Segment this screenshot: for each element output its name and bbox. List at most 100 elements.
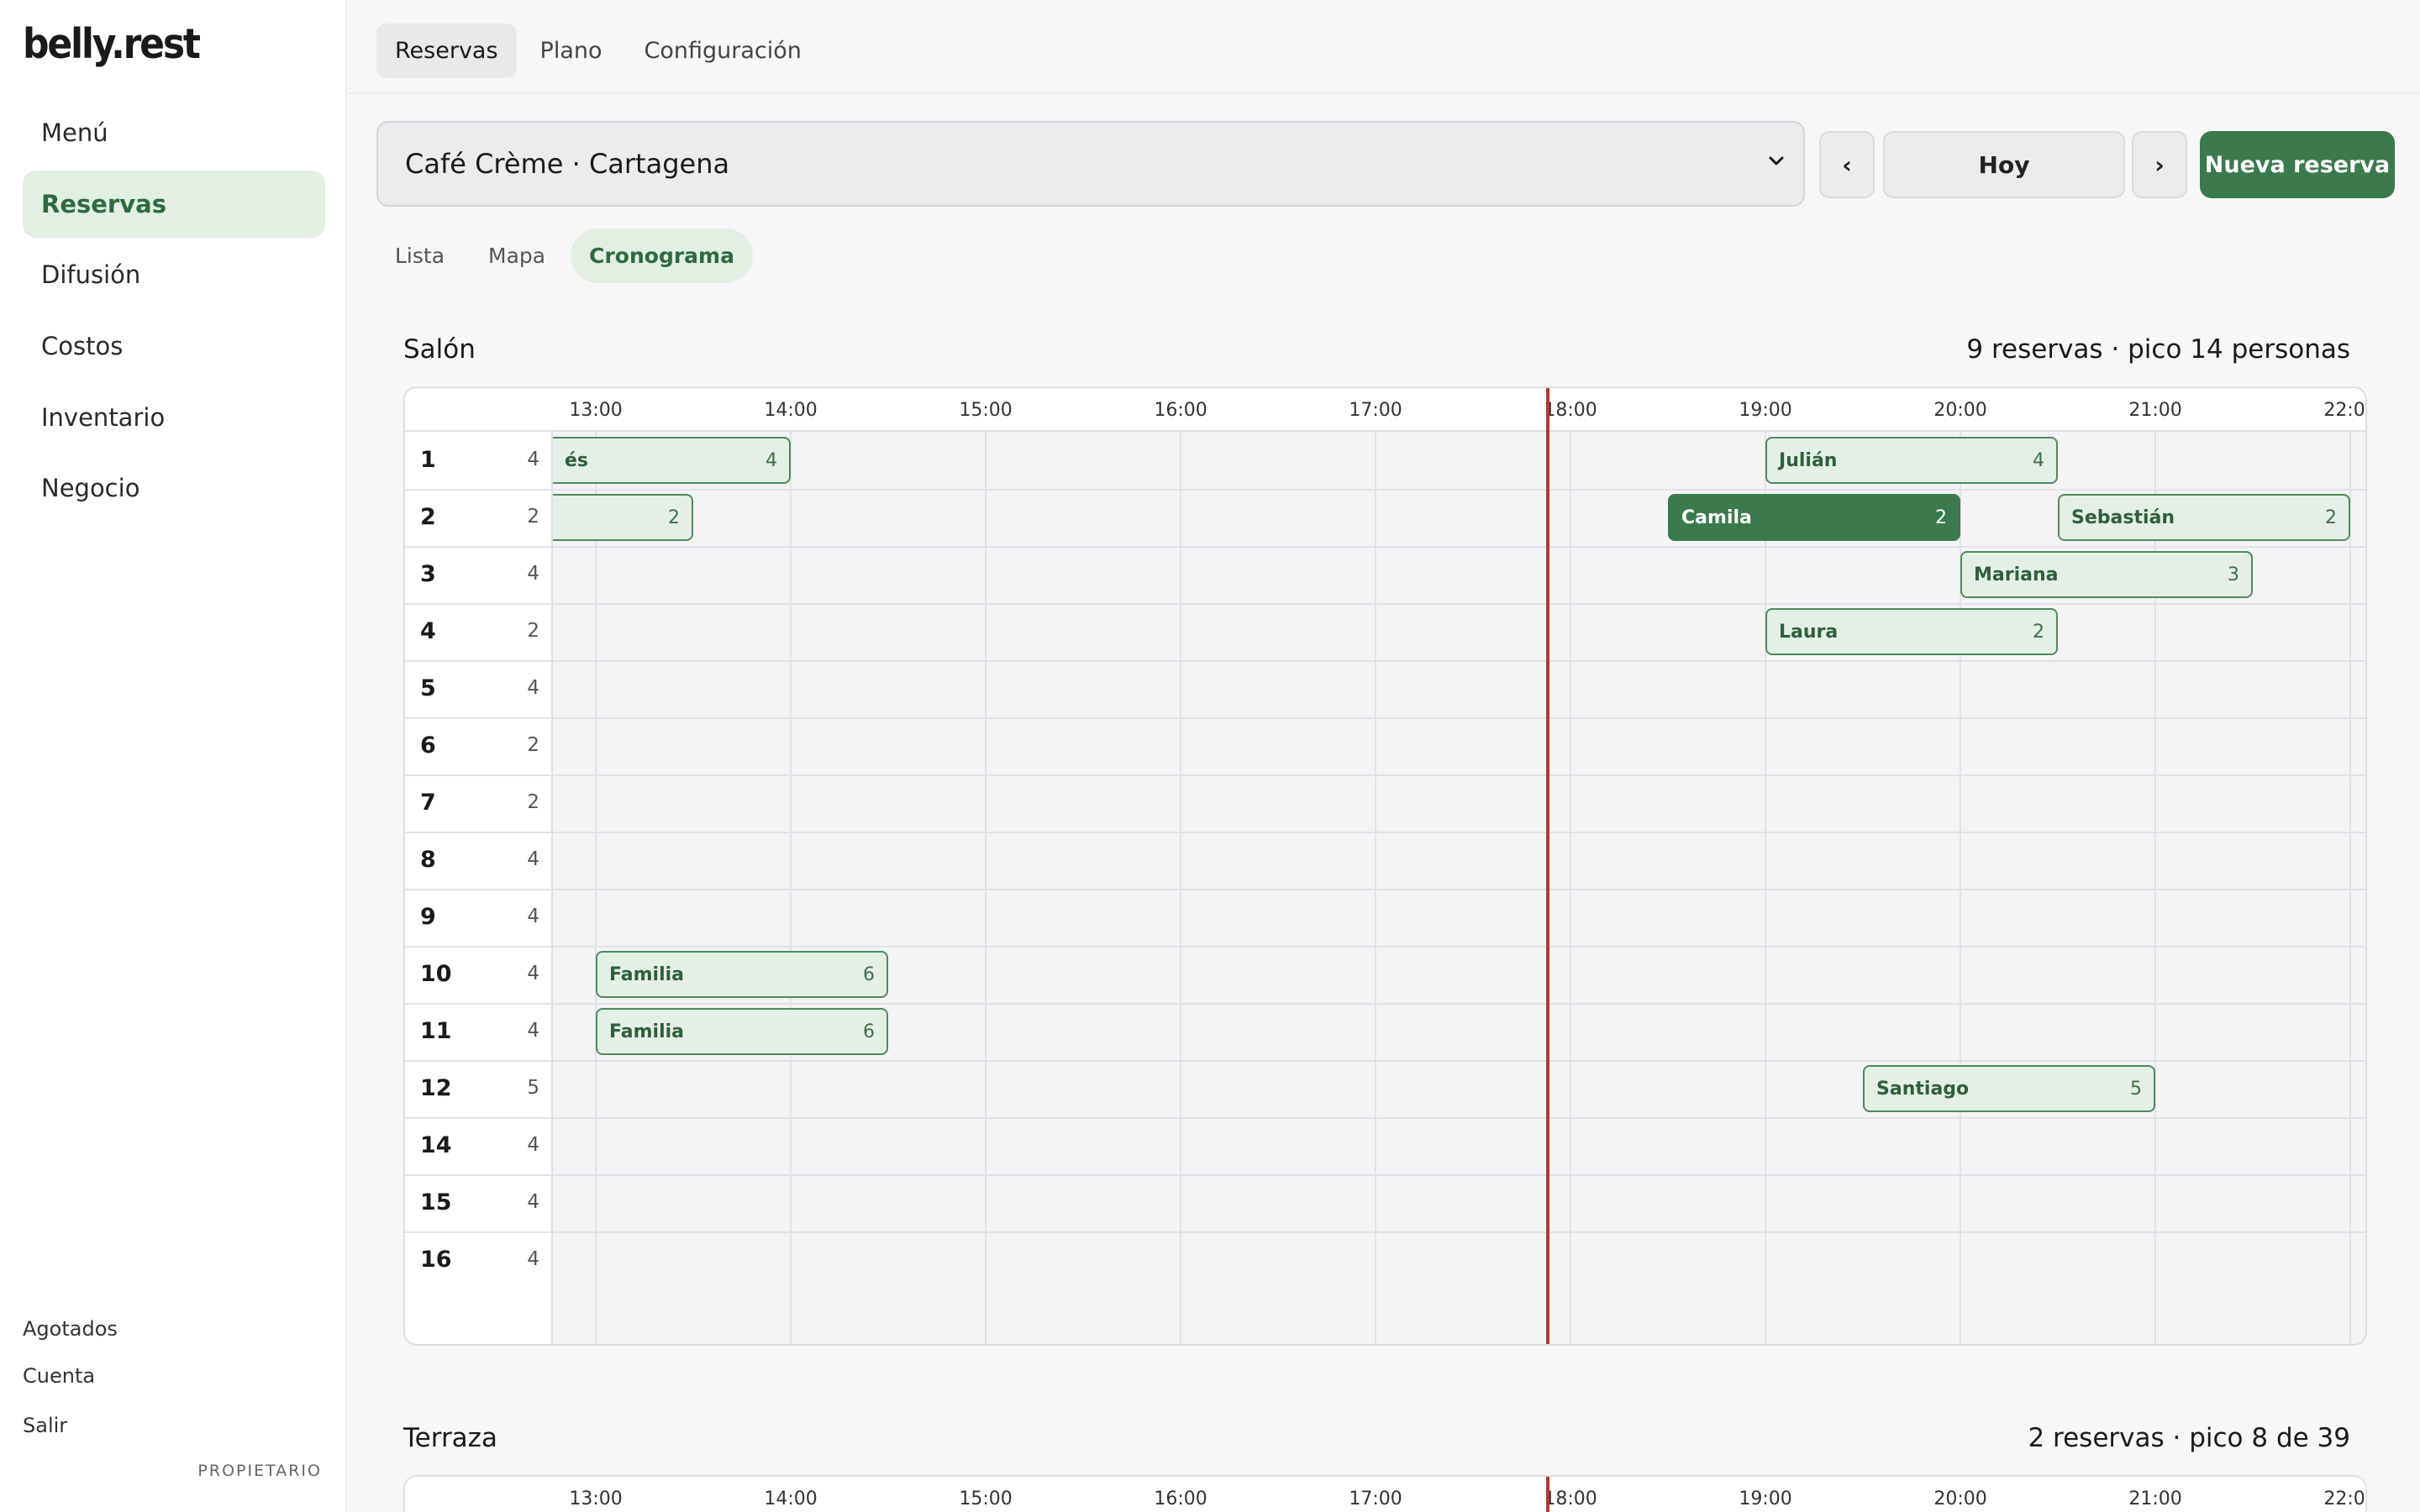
row-divider: [405, 546, 2365, 548]
tab-configuracion[interactable]: Configuración: [626, 24, 820, 78]
tab-reservas[interactable]: Reservas: [376, 24, 517, 78]
sidebar-item-reservas[interactable]: Reservas: [23, 171, 325, 238]
tab-plano[interactable]: Plano: [522, 24, 621, 78]
hour-gridline: [1180, 432, 1182, 1344]
table-number: 9: [420, 904, 436, 930]
table-number: 10: [420, 961, 452, 987]
reservation-block[interactable]: Laura 2: [1765, 608, 2059, 655]
row-divider: [405, 489, 2365, 491]
chevron-down-icon: [1769, 156, 1784, 165]
reservation-name: Camila: [1681, 507, 1752, 528]
hour-gridline: [790, 432, 792, 1344]
view-tab-cronograma[interactable]: Cronograma: [571, 228, 753, 283]
row-divider: [405, 660, 2365, 662]
hour-tick-label: 18:00: [1544, 1488, 1597, 1509]
hour-tick-label: 13:00: [569, 400, 623, 421]
hour-tick-label: 20:00: [1933, 1488, 1987, 1509]
hour-tick-label: 17:00: [1349, 1488, 1402, 1509]
new-reservation-button[interactable]: Nueva reserva: [2200, 131, 2395, 198]
table-number: 2: [420, 504, 436, 530]
table-capacity: 4: [527, 906, 539, 927]
table-capacity: 4: [527, 449, 539, 470]
row-divider: [405, 946, 2365, 948]
view-tab-mapa[interactable]: Mapa: [470, 228, 564, 283]
next-day-button[interactable]: ›: [2132, 131, 2187, 198]
main-content: Reservas Plano Configuración Café Crème …: [349, 0, 2420, 1512]
sidebar-item-menu[interactable]: Menú: [23, 99, 325, 166]
header-divider: [349, 92, 2420, 94]
table-capacity: 4: [527, 1134, 539, 1156]
table-number: 8: [420, 847, 436, 873]
view-tab-lista[interactable]: Lista: [376, 228, 463, 283]
row-divider: [405, 1231, 2365, 1233]
brand-logo[interactable]: belly.rest: [23, 20, 201, 68]
reservation-block[interactable]: Santiago 5: [1863, 1065, 2156, 1112]
hour-gridline: [1765, 432, 1767, 1344]
row-divider: [405, 774, 2365, 776]
reservation-party-size: 2: [668, 507, 681, 528]
table-number: 6: [420, 732, 436, 759]
row-divider: [405, 717, 2365, 719]
row-divider: [405, 1174, 2365, 1176]
hour-gridline: [2349, 432, 2352, 1344]
reservation-block[interactable]: Mariana 3: [1960, 551, 2254, 598]
reservation-block[interactable]: 2: [553, 494, 694, 541]
reservation-block[interactable]: Julián 4: [1765, 437, 2059, 484]
table-number: 14: [420, 1132, 452, 1158]
timeline-terraza: 13:00 14:00 15:00 16:00 17:00 18:00 19:00 20:00…: [403, 1475, 2367, 1512]
hour-tick-label: 19:00: [1739, 400, 1792, 421]
reservation-block[interactable]: Camila 2: [1668, 494, 1961, 541]
sidebar-link-cuenta[interactable]: Cuenta: [23, 1364, 95, 1388]
table-capacity: 4: [527, 677, 539, 699]
reservation-party-size: 2: [1935, 507, 1948, 528]
table-capacity: 2: [527, 506, 539, 528]
row-divider: [405, 603, 2365, 605]
table-number: 7: [420, 790, 436, 816]
sidebar-item-costos[interactable]: Costos: [23, 312, 325, 380]
hour-tick-label: 14:00: [764, 400, 818, 421]
reservation-party-size: 5: [2130, 1078, 2143, 1100]
sidebar-link-salir[interactable]: Salir: [23, 1414, 67, 1437]
prev-day-button[interactable]: ‹: [1819, 131, 1875, 198]
timeline-salon: 13:00 14:00 15:00 16:00 17:00 18:00 19:00 20:00…: [403, 386, 2367, 1346]
table-number: 1: [420, 447, 436, 473]
row-divider: [405, 1117, 2365, 1119]
table-number: 12: [420, 1075, 452, 1101]
reservation-name: Santiago: [1876, 1078, 1970, 1100]
hour-tick-label: 16:00: [1154, 1488, 1207, 1509]
reservation-block[interactable]: Sebastián 2: [2058, 494, 2351, 541]
hour-tick-label: 16:00: [1154, 400, 1207, 421]
sidebar-item-inventario[interactable]: Inventario: [23, 384, 325, 451]
hour-gridline: [985, 432, 987, 1344]
reservation-block[interactable]: és 4: [553, 437, 792, 484]
table-capacity: 4: [527, 1020, 539, 1042]
section-title-terraza: Terraza: [403, 1423, 497, 1453]
hour-tick-label: 15:00: [959, 400, 1013, 421]
today-button[interactable]: Hoy: [1883, 131, 2125, 198]
hour-gridline: [1570, 432, 1572, 1344]
hour-tick-label: 22:00: [2323, 1488, 2365, 1509]
reservation-block[interactable]: Familia 6: [596, 1008, 889, 1055]
reservation-name: Sebastián: [2071, 507, 2175, 528]
reservation-name: Laura: [1779, 621, 1839, 643]
table-capacity: 2: [527, 791, 539, 813]
user-role-label: PROPIETARIO: [197, 1462, 322, 1480]
hour-tick-label: 22:00: [2323, 400, 2365, 421]
reservation-block[interactable]: Familia 6: [596, 951, 889, 998]
table-capacity: 5: [527, 1077, 539, 1099]
hour-tick-label: 14:00: [764, 1488, 818, 1509]
current-time-line: [1545, 1477, 1549, 1512]
table-capacity: 2: [527, 734, 539, 756]
reservation-name: Mariana: [1974, 564, 2059, 585]
restaurant-select-value: Café Crème · Cartagena: [405, 148, 730, 180]
sidebar-item-difusion[interactable]: Difusión: [23, 241, 325, 308]
table-capacity: 4: [527, 1191, 539, 1213]
restaurant-select[interactable]: Café Crème · Cartagena: [376, 121, 1805, 207]
row-divider: [405, 1060, 2365, 1062]
reservation-party-size: 4: [765, 449, 778, 471]
table-number: 11: [420, 1018, 452, 1044]
sidebar-link-agotados[interactable]: Agotados: [23, 1317, 118, 1341]
sidebar-item-negocio[interactable]: Negocio: [23, 454, 325, 522]
reservation-party-size: 2: [2033, 621, 2045, 643]
table-number: 3: [420, 561, 436, 587]
